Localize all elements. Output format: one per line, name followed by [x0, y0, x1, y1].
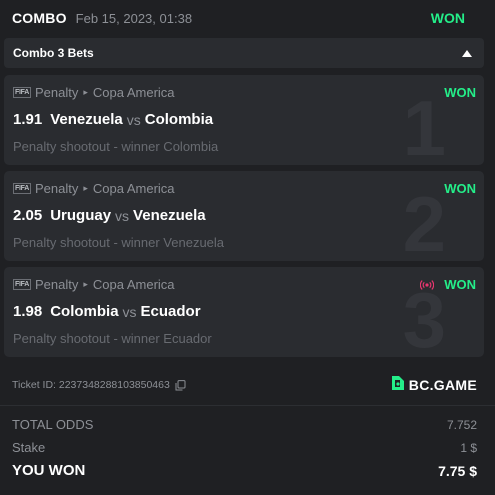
total-odds-label: TOTAL ODDS — [12, 417, 94, 432]
home-team[interactable]: Colombia — [50, 303, 118, 320]
bet-status-badge: WON — [430, 10, 465, 26]
ticket-id-text: Ticket ID: 2237348288103850463 — [12, 379, 170, 391]
copy-icon[interactable] — [175, 379, 186, 391]
fifa-logo-icon: FIFA — [13, 87, 31, 98]
combo-header[interactable]: Combo 3 Bets — [4, 38, 484, 68]
ticket-row: Ticket ID: 2237348288103850463 BC.GAME — [0, 370, 495, 400]
league-name[interactable]: Copa America — [93, 277, 175, 292]
bet-odds: 2.05 — [13, 207, 43, 224]
bet-status: WON — [444, 85, 476, 100]
caret-up-icon[interactable] — [459, 45, 475, 61]
sport-name: Penalty — [34, 85, 79, 100]
vs-label: vs — [115, 207, 130, 224]
ticket-id: Ticket ID: 2237348288103850463 — [12, 379, 186, 391]
bet-match-line: 1.91 Venezuela vs Colombia — [13, 111, 213, 128]
live-broadcast-icon — [420, 279, 435, 290]
payout-value: 7.75 $ — [438, 462, 477, 479]
bet-status: WON — [444, 181, 476, 196]
bet-meta: FIFA Penalty ▸ Copa America — [13, 181, 175, 196]
bet-card-1: 1 FIFA Penalty ▸ Copa America WON 1.91 V… — [4, 75, 484, 165]
bet-odds: 1.98 — [13, 303, 43, 320]
total-odds-value: 7.752 — [446, 417, 477, 432]
bet-index-watermark: 3 — [402, 276, 446, 357]
bet-index-watermark: 2 — [402, 180, 446, 261]
stake-value: 1 $ — [460, 440, 477, 455]
away-team[interactable]: Venezuela — [133, 207, 206, 224]
bet-match-line: 2.05 Uruguay vs Venezuela — [13, 207, 206, 224]
payout-row: YOU WON 7.75 $ — [12, 462, 477, 479]
league-name[interactable]: Copa America — [93, 181, 175, 196]
combo-label: Combo 3 Bets — [13, 46, 94, 60]
brand: BC.GAME — [389, 374, 477, 397]
bet-selection: Penalty shootout - winner Venezuela — [13, 235, 225, 250]
bet-match-line: 1.98 Colombia vs Ecuador — [13, 303, 201, 320]
home-team[interactable]: Venezuela — [50, 111, 123, 128]
bet-selection: Penalty shootout - winner Colombia — [13, 139, 219, 154]
brand-name: BC.GAME — [408, 377, 477, 393]
chevron-right-icon: ▸ — [83, 279, 88, 289]
bet-card-2: 2 FIFA Penalty ▸ Copa America WON 2.05 U… — [4, 171, 484, 261]
bet-status-label: WON — [444, 85, 476, 100]
fifa-logo-icon: FIFA — [13, 183, 31, 194]
bet-selection: Penalty shootout - winner Ecuador — [13, 331, 212, 346]
bet-type-label: COMBO — [12, 10, 67, 26]
bet-meta: FIFA Penalty ▸ Copa America — [13, 85, 175, 100]
home-team[interactable]: Uruguay — [50, 207, 111, 224]
bet-status-label: WON — [444, 277, 476, 292]
bet-meta: FIFA Penalty ▸ Copa America — [13, 277, 175, 292]
stake-row: Stake 1 $ — [12, 440, 477, 455]
stake-label: Stake — [12, 440, 46, 455]
bet-header: COMBO Feb 15, 2023, 01:38 WON — [0, 0, 495, 36]
fifa-logo-icon: FIFA — [13, 279, 31, 290]
vs-label: vs — [126, 111, 141, 128]
away-team[interactable]: Colombia — [145, 111, 213, 128]
bet-status-label: WON — [444, 181, 476, 196]
bet-status: WON — [420, 277, 476, 292]
bet-index-watermark: 1 — [402, 84, 446, 165]
league-name[interactable]: Copa America — [93, 85, 175, 100]
bet-odds: 1.91 — [13, 111, 43, 128]
sport-name: Penalty — [34, 181, 79, 196]
bet-date: Feb 15, 2023, 01:38 — [75, 10, 193, 26]
bcgame-logo-icon — [389, 374, 405, 397]
away-team[interactable]: Ecuador — [141, 303, 201, 320]
chevron-right-icon: ▸ — [83, 87, 88, 97]
payout-label: YOU WON — [12, 462, 86, 479]
total-odds-row: TOTAL ODDS 7.752 — [12, 417, 477, 432]
vs-label: vs — [122, 303, 137, 320]
chevron-right-icon: ▸ — [83, 183, 88, 193]
divider — [0, 405, 495, 406]
bet-card-3: 3 FIFA Penalty ▸ Copa America WON 1.98 C… — [4, 267, 484, 357]
sport-name: Penalty — [34, 277, 79, 292]
